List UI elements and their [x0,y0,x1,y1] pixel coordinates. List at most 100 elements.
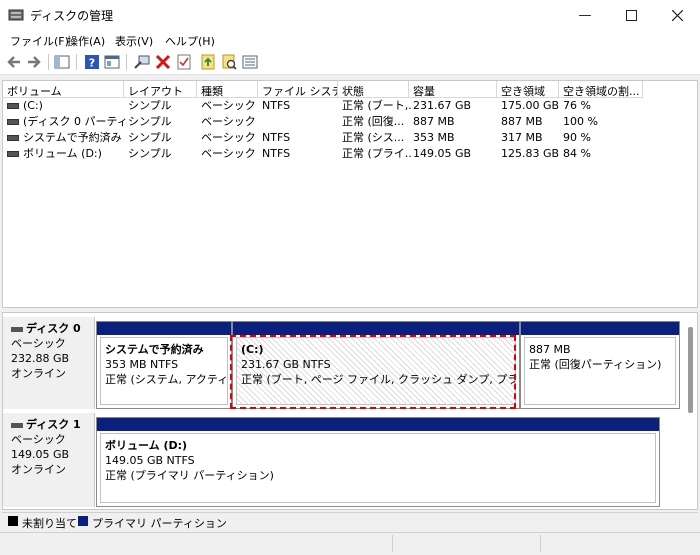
volume-name: システムで予約済み [23,131,122,144]
column-header-capacity[interactable]: 容量 [409,81,497,98]
capacity-cell: 887 MB [413,115,455,128]
volume-icon [7,119,19,125]
volume-icon [7,151,19,157]
disk-status: オンライン [11,463,66,476]
layout-cell: シンプル [128,131,172,144]
toolbar: ? [0,50,700,75]
menu-file[interactable]: ファイル(F) [10,33,69,49]
check-icon[interactable] [176,54,192,70]
column-header-type[interactable]: 種類 [197,81,258,98]
layout-cell: シンプル [128,99,172,112]
column-header-free-space[interactable]: 空き領域 [497,81,559,98]
menu-bar: ファイル(F) 操作(A) 表示(V) ヘルプ(H) [0,30,700,50]
title-bar: ディスクの管理 — [0,0,700,30]
import-icon[interactable] [200,54,216,70]
primary-partition-swatch [78,516,88,526]
back-icon[interactable] [6,54,22,70]
highlight-box [230,335,516,409]
disk-type: ベーシック [11,433,66,446]
search-icon[interactable] [221,54,237,70]
disk-1-label[interactable]: ディスク 1 ベーシック 149.05 GB オンライン [3,413,95,507]
legend-primary-partition: プライマリ パーティション [92,517,227,530]
status-cell: 正常 (シス... [342,131,405,144]
connect-icon[interactable] [134,54,150,70]
disk-name: ディスク 1 [26,418,81,431]
console-tree-icon[interactable] [54,54,70,70]
disk-icon [11,326,23,332]
properties-icon[interactable] [104,54,120,70]
free-percent-cell: 84 % [563,147,591,160]
partition-size: 353 MB NTFS [105,358,179,371]
status-bar [0,532,700,555]
free-space-cell: 125.83 GB [501,147,560,160]
disk-size: 149.05 GB [11,448,70,461]
type-cell: ベーシック [201,131,256,144]
capacity-cell: 353 MB [413,131,455,144]
svg-text:?: ? [89,57,95,70]
filesystem-cell: NTFS [262,131,291,144]
list-icon[interactable] [242,54,258,70]
column-header-layout[interactable]: レイアウト [124,81,197,98]
filesystem-cell [258,114,342,130]
menu-view[interactable]: 表示(V) [115,33,153,49]
type-cell: ベーシック [201,147,256,160]
volume-icon [7,135,19,141]
disk-icon [11,422,23,428]
maximize-icon [625,9,637,21]
free-percent-cell: 100 % [563,115,598,128]
free-percent-cell: 90 % [563,131,591,144]
minimize-button[interactable]: — [562,0,608,30]
help-icon[interactable]: ? [84,54,100,70]
partition-status: 正常 (システム, アクティブ, プライマリ パーティション) [105,373,228,386]
volume-icon [7,103,19,109]
delete-icon[interactable] [155,54,171,70]
free-space-cell: 175.00 GB [501,99,560,112]
type-cell: ベーシック [201,99,256,112]
capacity-cell: 231.67 GB [413,99,472,112]
filesystem-cell: NTFS [262,99,291,112]
column-header-filesystem[interactable]: ファイル システム [258,81,338,98]
legend: 未割り当て プライマリ パーティション [2,512,698,531]
legend-unallocated: 未割り当て [22,517,77,530]
close-button[interactable] [654,0,700,30]
vertical-scrollbar[interactable] [688,327,693,413]
disk-management-icon [8,9,24,21]
status-cell: 正常 (プライ... [342,147,413,160]
partition-title: システムで予約済み [105,343,204,356]
filesystem-cell: NTFS [262,147,291,160]
column-header-free-percent[interactable]: 空き領域の割... [559,81,643,98]
column-header-status[interactable]: 状態 [338,81,409,98]
type-cell: ベーシック [201,115,256,128]
volume-name: ボリューム (D:) [23,147,102,160]
column-header-volume[interactable]: ボリューム [3,81,124,98]
layout-cell: シンプル [128,115,172,128]
partition-status: 正常 (プライマリ パーティション) [105,469,274,482]
partition-d[interactable]: ボリューム (D:) 149.05 GB NTFS 正常 (プライマリ パーティ… [96,417,660,507]
volume-name: (C:) [23,99,43,112]
close-icon [671,9,683,21]
volume-name: (ディスク 0 パーティショ... [23,115,128,128]
disk-type: ベーシック [11,337,66,350]
disk-0-label[interactable]: ディスク 0 ベーシック 232.88 GB オンライン [3,317,95,409]
partition-size: 149.05 GB NTFS [105,454,195,467]
disk-status: オンライン [11,367,66,380]
partition-size: 887 MB [529,343,571,356]
menu-action[interactable]: 操作(A) [67,33,105,49]
volume-list: ボリューム レイアウト 種類 ファイル システム 状態 容量 空き領域 空き領域… [2,80,698,308]
menu-help[interactable]: ヘルプ(H) [165,33,215,49]
partition-status: 正常 (回復パーティション) [529,358,662,371]
unallocated-swatch [8,516,18,526]
forward-icon[interactable] [26,54,42,70]
status-cell: 正常 (ブート,... [342,99,413,112]
maximize-button[interactable] [608,0,654,30]
partition-recovery[interactable]: 887 MB 正常 (回復パーティション) [520,321,680,409]
disk-size: 232.88 GB [11,352,70,365]
partition-system-reserved[interactable]: システムで予約済み 353 MB NTFS 正常 (システム, アクティブ, プ… [96,321,232,409]
status-cell: 正常 (回復... [342,115,405,128]
free-space-cell: 317 MB [501,131,543,144]
partition-title: ボリューム (D:) [105,439,188,452]
disk-name: ディスク 0 [26,322,81,335]
window-title: ディスクの管理 [30,9,114,23]
free-space-cell: 887 MB [501,115,543,128]
free-percent-cell: 76 % [563,99,591,112]
